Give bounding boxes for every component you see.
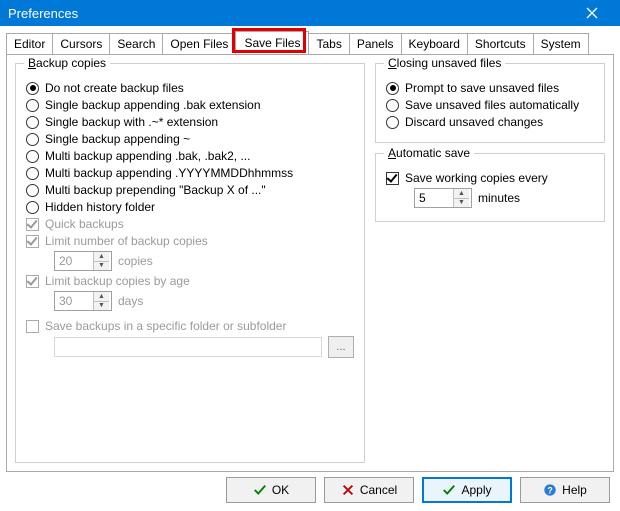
limit-number-checkbox [26,235,39,248]
tab-cursors[interactable]: Cursors [52,33,110,54]
backup-option-label: Multi backup appending .bak, .bak2, ... [45,149,250,163]
closing-option-label: Prompt to save unsaved files [405,81,559,95]
autosave-unit: minutes [478,191,520,205]
checkmark-icon [442,483,456,497]
closing-option-radio[interactable] [386,99,399,112]
group-closing-legend: Closing unsaved files [384,56,505,70]
limit-age-checkbox [26,275,39,288]
autosave-checkbox[interactable] [386,172,399,185]
tab-save-files[interactable]: Save Files [235,31,309,54]
ellipsis-icon: ... [336,341,345,353]
backup-option-label: Single backup with .~* extension [45,115,218,129]
help-button-label: Help [562,483,587,497]
limit-number-spinbox: ▲▼ [54,251,112,271]
autosave-interval-spinbox[interactable]: ▲ ▼ [414,188,472,208]
limit-age-unit: days [118,294,143,308]
spin-up-icon[interactable]: ▲ [454,189,469,199]
backup-option-label: Do not create backup files [45,81,184,95]
autosave-label: Save working copies every [405,171,548,185]
ok-button[interactable]: OK [226,477,316,503]
quick-backups-label: Quick backups [45,217,124,231]
backup-option-label: Multi backup appending .YYYYMMDDhhmmss [45,166,293,180]
limit-age-spinbox: ▲▼ [54,291,112,311]
tab-open-files[interactable]: Open Files [162,33,236,54]
closing-option-label: Save unsaved files automatically [405,98,579,112]
backup-option-radio[interactable] [26,167,39,180]
tab-strip: EditorCursorsSearchOpen FilesSave FilesT… [6,32,614,54]
backup-option-radio[interactable] [26,99,39,112]
browse-folder-button[interactable]: ... [328,336,354,358]
backup-folder-input [54,337,322,357]
tab-tabs[interactable]: Tabs [308,33,349,54]
limit-age-input [55,292,93,310]
x-icon [341,483,355,497]
closing-option-label: Discard unsaved changes [405,115,543,129]
save-in-folder-label: Save backups in a specific folder or sub… [45,319,286,333]
backup-option-label: Hidden history folder [45,200,155,214]
tab-editor[interactable]: Editor [6,33,53,54]
backup-option-radio[interactable] [26,150,39,163]
title-bar: Preferences [0,0,620,26]
cancel-button-label: Cancel [360,483,397,497]
spin-up-icon: ▲ [94,252,109,262]
group-autosave-legend: Automatic save [384,146,474,160]
group-backup-copies: Backup copies Do not create backup files… [15,63,365,463]
spin-down-icon[interactable]: ▼ [454,199,469,208]
backup-option-label: Single backup appending ~ [45,132,190,146]
autosave-interval-input[interactable] [415,189,453,207]
closing-option-radio[interactable] [386,82,399,95]
backup-option-label: Multi backup prepending "Backup X of ...… [45,183,266,197]
apply-button[interactable]: Apply [422,477,512,503]
tab-search[interactable]: Search [109,33,163,54]
limit-number-unit: copies [118,254,153,268]
tab-panel-save-files: Backup copies Do not create backup files… [6,54,614,472]
window-close-button[interactable] [572,0,612,26]
backup-option-radio[interactable] [26,184,39,197]
closing-option-radio[interactable] [386,116,399,129]
tab-system[interactable]: System [533,33,589,54]
limit-age-label: Limit backup copies by age [45,274,190,288]
group-automatic-save: Automatic save Save working copies every… [375,153,605,222]
quick-backups-checkbox [26,218,39,231]
tab-keyboard[interactable]: Keyboard [401,33,468,54]
dialog-button-bar: OK Cancel Apply ? Help [226,477,610,503]
close-icon [586,7,598,19]
backup-option-radio[interactable] [26,82,39,95]
limit-number-label: Limit number of backup copies [45,234,208,248]
backup-option-radio[interactable] [26,116,39,129]
tab-panels[interactable]: Panels [349,33,402,54]
ok-button-label: OK [272,483,289,497]
group-closing-unsaved: Closing unsaved files Prompt to save uns… [375,63,605,143]
spin-down-icon: ▼ [94,262,109,271]
group-backup-legend: Backup copies [24,56,110,70]
apply-button-label: Apply [461,483,491,497]
tab-shortcuts[interactable]: Shortcuts [467,33,534,54]
limit-number-input [55,252,93,270]
help-button[interactable]: ? Help [520,477,610,503]
spin-down-icon: ▼ [94,302,109,311]
backup-option-radio[interactable] [26,133,39,146]
help-icon: ? [543,483,557,497]
save-in-folder-checkbox [26,320,39,333]
backup-option-radio[interactable] [26,201,39,214]
checkmark-icon [253,483,267,497]
backup-option-label: Single backup appending .bak extension [45,98,261,112]
svg-text:?: ? [547,486,552,496]
cancel-button[interactable]: Cancel [324,477,414,503]
spin-up-icon: ▲ [94,292,109,302]
window-title: Preferences [8,6,572,21]
